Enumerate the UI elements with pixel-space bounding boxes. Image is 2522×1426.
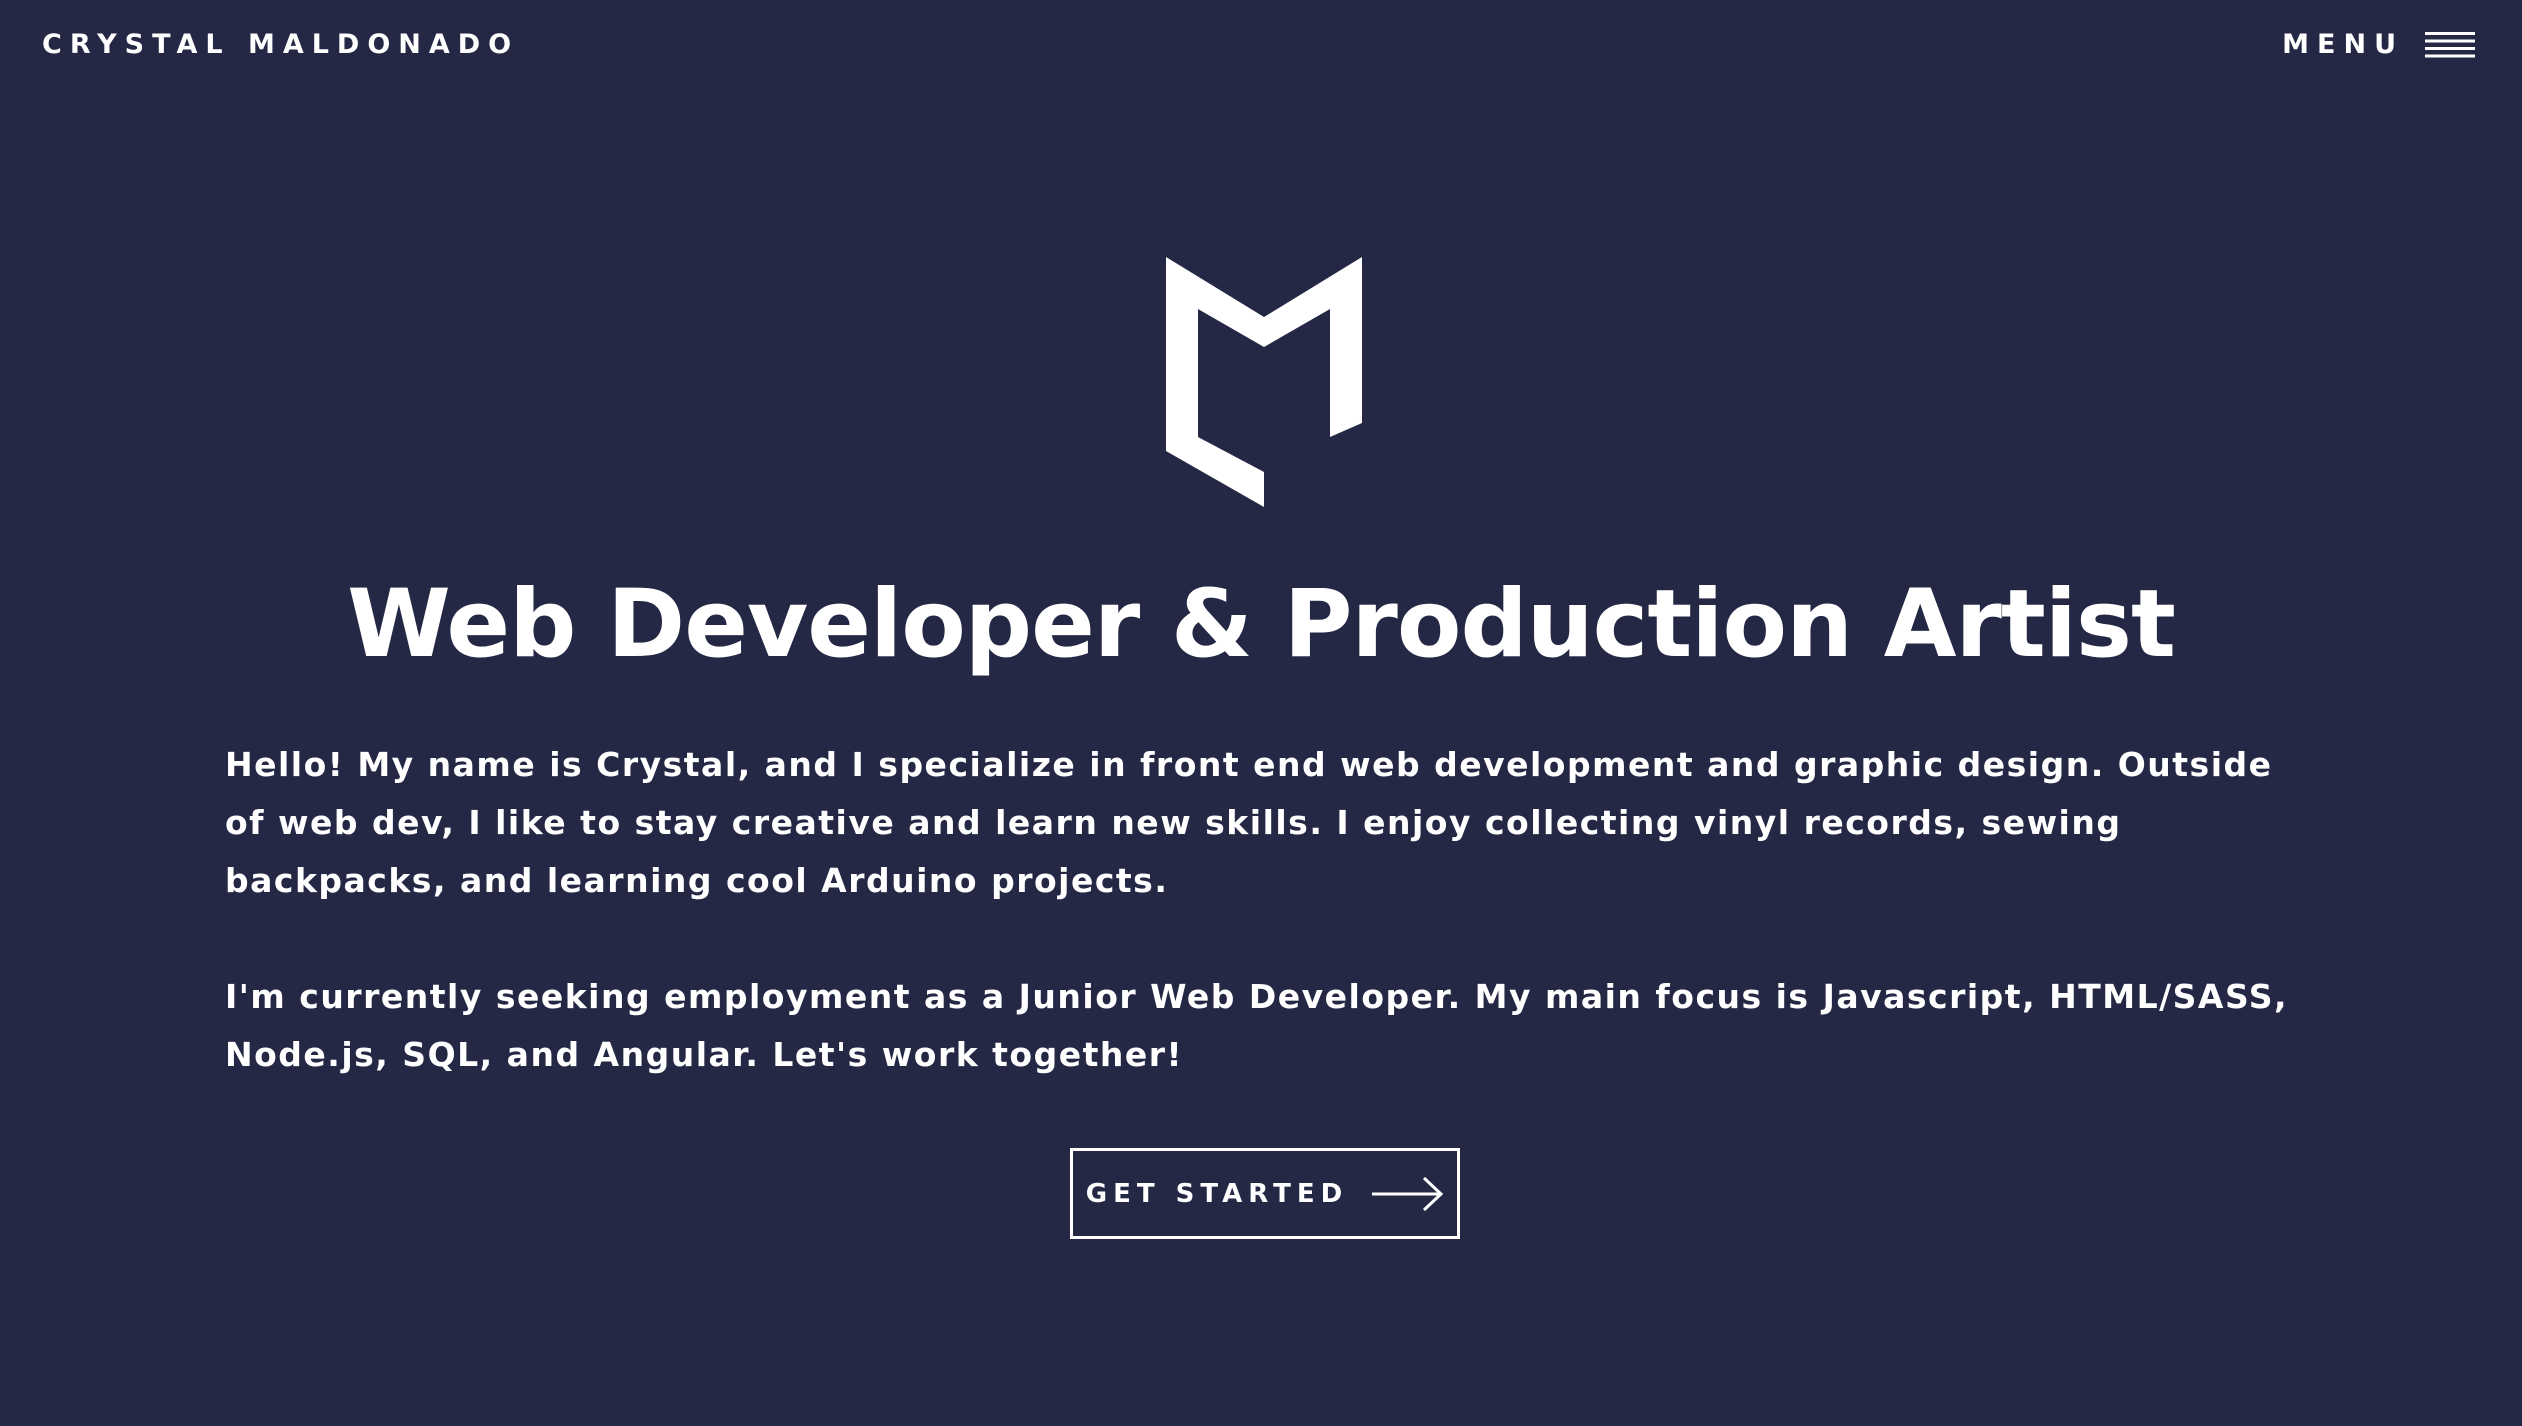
m-monogram-logo [1166, 257, 1362, 507]
menu-label: MENU [2282, 29, 2404, 60]
intro-text: Hello! My name is Crystal, and I special… [225, 736, 2325, 1142]
get-started-label: GET STARTED [1085, 1178, 1349, 1209]
page-headline: Web Developer & Production Artist [347, 570, 2176, 679]
hamburger-icon [2425, 32, 2475, 58]
intro-paragraph-seeking: I'm currently seeking employment as a Ju… [225, 977, 2289, 1074]
arrow-right-icon [1372, 1176, 1444, 1211]
brand-name-link[interactable]: CRYSTAL MALDONADO [42, 28, 519, 62]
get-started-button[interactable]: GET STARTED [1070, 1148, 1460, 1239]
intro-paragraph-about: Hello! My name is Crystal, and I special… [225, 745, 2273, 900]
menu-button[interactable]: MENU [2282, 27, 2475, 63]
site-header: CRYSTAL MALDONADO MENU [0, 0, 2522, 90]
